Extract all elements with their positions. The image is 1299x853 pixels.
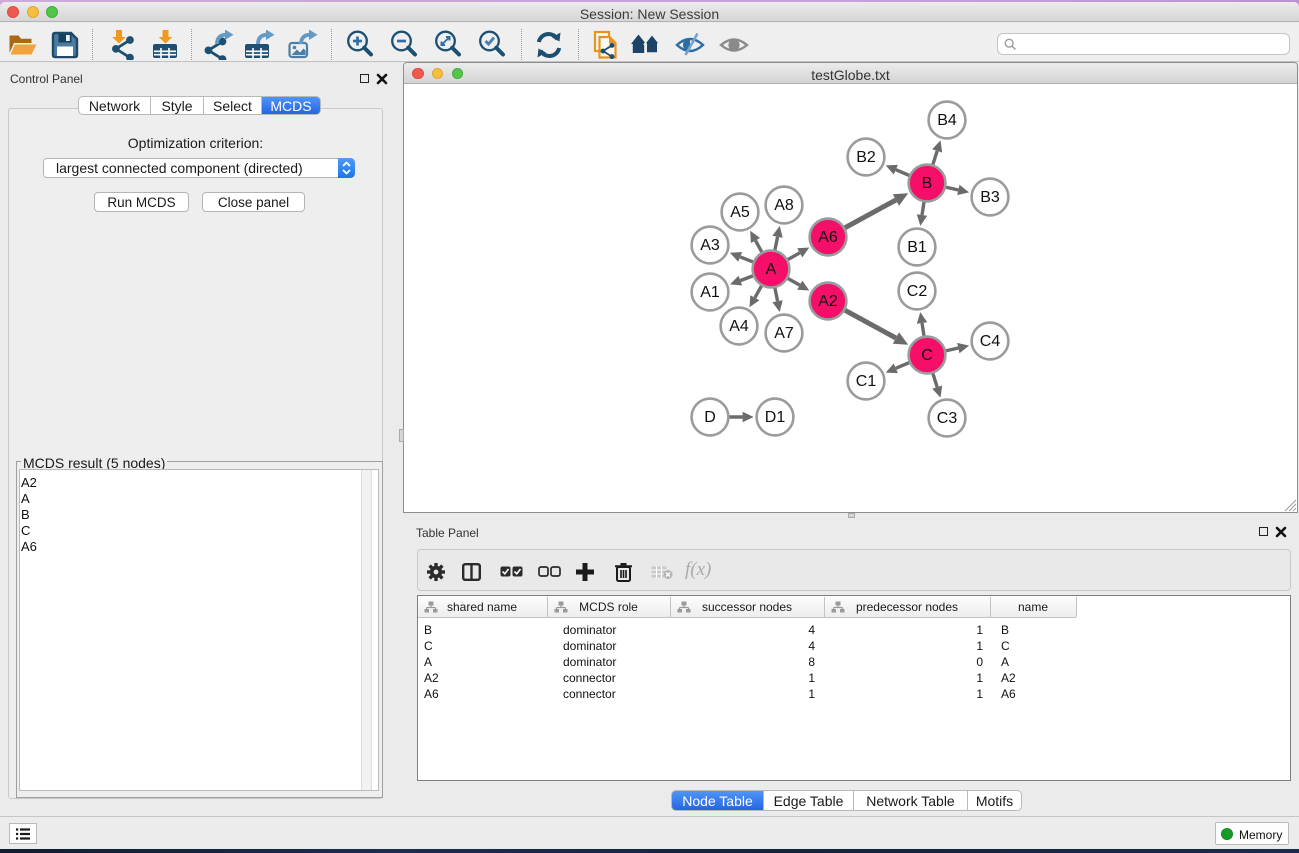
svg-text:A: A bbox=[766, 261, 777, 278]
svg-text:A7: A7 bbox=[774, 325, 794, 342]
svg-text:D1: D1 bbox=[765, 409, 786, 426]
svg-text:B1: B1 bbox=[907, 239, 927, 256]
svg-text:A2: A2 bbox=[818, 293, 838, 310]
svg-text:B: B bbox=[922, 175, 933, 192]
svg-text:A6: A6 bbox=[818, 229, 838, 246]
svg-text:A5: A5 bbox=[730, 204, 750, 221]
svg-text:A1: A1 bbox=[700, 284, 720, 301]
svg-text:A4: A4 bbox=[729, 318, 749, 335]
svg-text:B3: B3 bbox=[980, 189, 1000, 206]
svg-text:D: D bbox=[704, 409, 716, 426]
svg-text:A8: A8 bbox=[774, 197, 794, 214]
svg-text:C: C bbox=[921, 347, 933, 364]
svg-text:C3: C3 bbox=[937, 410, 958, 427]
svg-text:A3: A3 bbox=[700, 237, 720, 254]
svg-text:B4: B4 bbox=[937, 112, 957, 129]
svg-text:C1: C1 bbox=[856, 373, 877, 390]
svg-text:C2: C2 bbox=[907, 283, 928, 300]
svg-text:B2: B2 bbox=[856, 149, 876, 166]
svg-text:C4: C4 bbox=[980, 333, 1001, 350]
